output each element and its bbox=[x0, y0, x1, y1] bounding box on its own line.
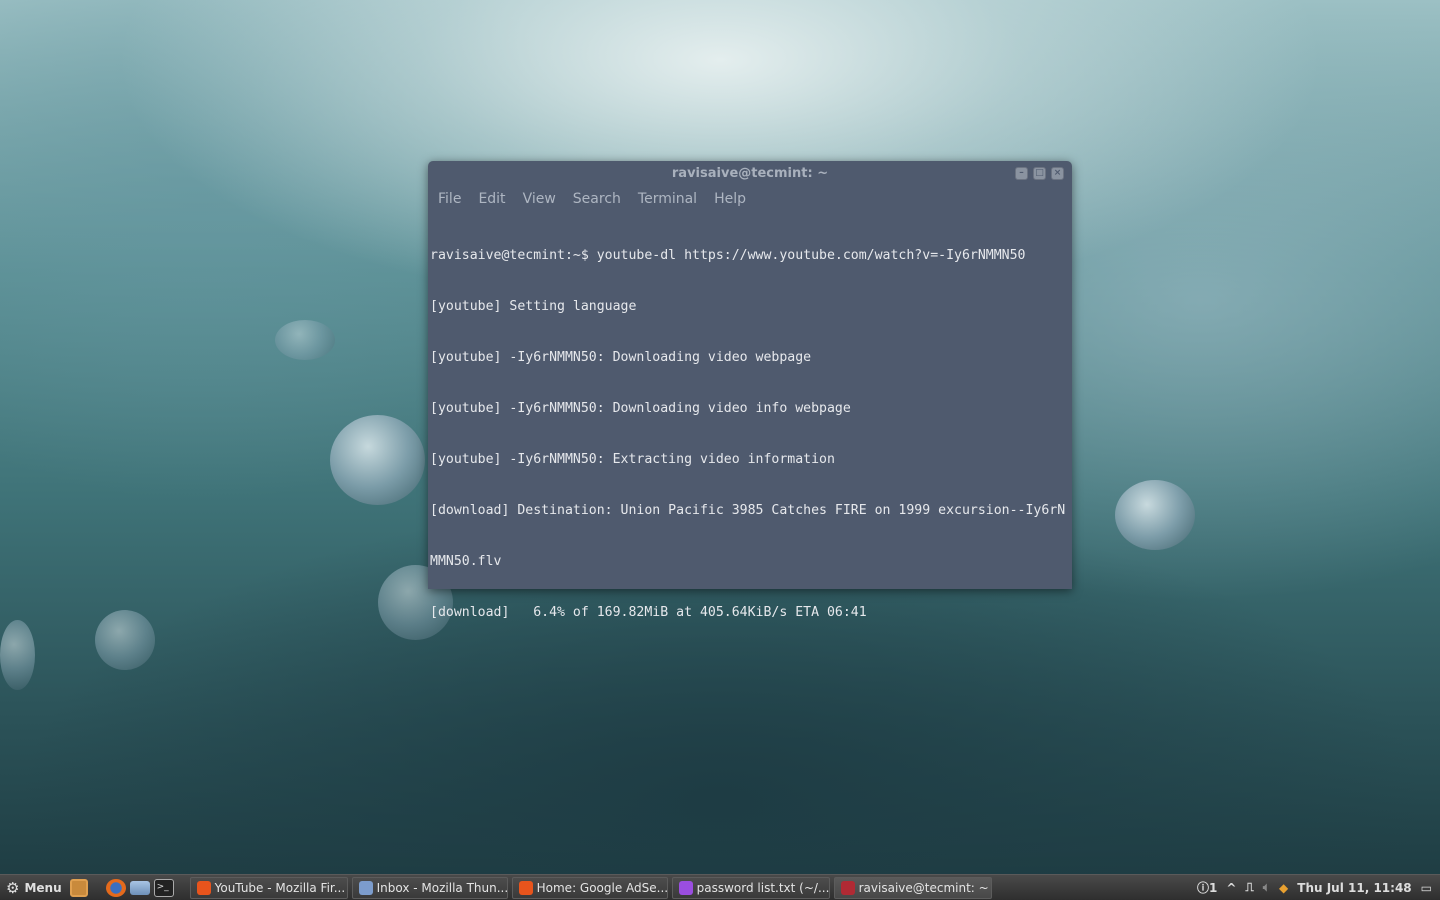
workspace-icon[interactable]: ▭ bbox=[1421, 881, 1432, 895]
water-drop bbox=[330, 415, 425, 505]
text-editor-icon bbox=[678, 880, 693, 895]
terminal-output[interactable]: ravisaive@tecmint:~$ youtube-dl https://… bbox=[428, 212, 1072, 656]
network-icon[interactable]: ⎍ bbox=[1245, 880, 1253, 895]
menu-label: Menu bbox=[24, 880, 62, 895]
menu-file[interactable]: File bbox=[438, 186, 461, 212]
task-youtube-firefox[interactable]: YouTube - Mozilla Fir... bbox=[189, 876, 348, 899]
menu-terminal[interactable]: Terminal bbox=[638, 186, 697, 212]
water-drop bbox=[95, 610, 155, 670]
task-label: ravisaive@tecmint: ~ bbox=[858, 880, 989, 895]
terminal-line: [download] 6.4% of 169.82MiB at 405.64Ki… bbox=[430, 605, 867, 620]
gear-icon: ⚙ bbox=[6, 878, 20, 897]
terminal-titlebar[interactable]: ravisaive@tecmint: ~ – □ × bbox=[428, 161, 1072, 186]
water-drop bbox=[0, 620, 35, 690]
terminal-line: [youtube] Setting language bbox=[430, 299, 637, 314]
terminal-line: [youtube] -Iy6rNMMN50: Downloading video… bbox=[430, 401, 851, 416]
firefox-icon bbox=[196, 880, 211, 895]
water-drop bbox=[275, 320, 335, 360]
firefox-icon bbox=[518, 880, 533, 895]
chevron-up-icon[interactable]: ^ bbox=[1226, 881, 1236, 895]
taskbar: ⚙ Menu >_ YouTube - Mozilla Fir... Inbox… bbox=[0, 874, 1440, 900]
system-tray: ⓘ1 ^ ⎍ 🔈︎ ◆ Thu Jul 11, 11:48 ▭ bbox=[1197, 879, 1440, 896]
notification-count: 1 bbox=[1209, 881, 1218, 895]
terminal-line: [youtube] -Iy6rNMMN50: Extracting video … bbox=[430, 452, 835, 467]
menu-search[interactable]: Search bbox=[573, 186, 621, 212]
terminal-line: MMN50.flv bbox=[430, 554, 502, 569]
menu-view[interactable]: View bbox=[523, 186, 556, 212]
terminal-line: ravisaive@tecmint:~$ youtube-dl https://… bbox=[430, 248, 1026, 263]
firefox-icon[interactable] bbox=[105, 878, 126, 897]
files-icon[interactable] bbox=[129, 880, 150, 895]
task-inbox-thunderbird[interactable]: Inbox - Mozilla Thun... bbox=[351, 876, 508, 899]
terminal-window[interactable]: ravisaive@tecmint: ~ – □ × File Edit Vie… bbox=[428, 161, 1072, 620]
notification-indicator[interactable]: ⓘ1 bbox=[1197, 879, 1217, 896]
update-manager-icon[interactable]: ◆ bbox=[1279, 881, 1288, 895]
minimize-button[interactable]: – bbox=[1015, 167, 1028, 180]
terminal-icon[interactable]: >_ bbox=[153, 878, 174, 897]
close-button[interactable]: × bbox=[1051, 167, 1064, 180]
task-label: YouTube - Mozilla Fir... bbox=[214, 880, 346, 895]
task-label: Home: Google AdSe... bbox=[536, 880, 668, 895]
volume-icon[interactable]: 🔈︎ bbox=[1263, 880, 1270, 895]
task-password-list[interactable]: password list.txt (~/... bbox=[671, 876, 830, 899]
maximize-button[interactable]: □ bbox=[1033, 167, 1046, 180]
task-label: password list.txt (~/... bbox=[696, 880, 830, 895]
menu-edit[interactable]: Edit bbox=[478, 186, 505, 212]
menu-button[interactable]: ⚙ Menu bbox=[0, 879, 68, 897]
terminal-icon bbox=[840, 880, 855, 895]
task-label: Inbox - Mozilla Thun... bbox=[376, 880, 508, 895]
water-drop bbox=[1115, 480, 1195, 550]
terminal-line: [download] Destination: Union Pacific 39… bbox=[430, 503, 1066, 518]
clock[interactable]: Thu Jul 11, 11:48 bbox=[1297, 881, 1411, 895]
task-terminal[interactable]: ravisaive@tecmint: ~ bbox=[833, 876, 992, 899]
menu-help[interactable]: Help bbox=[714, 186, 746, 212]
mail-icon bbox=[358, 880, 373, 895]
menu-bar: File Edit View Search Terminal Help bbox=[428, 186, 1072, 212]
window-title: ravisaive@tecmint: ~ bbox=[671, 166, 829, 181]
terminal-line: [youtube] -Iy6rNMMN50: Downloading video… bbox=[430, 350, 812, 365]
show-desktop-icon[interactable] bbox=[69, 878, 88, 897]
task-adsense-firefox[interactable]: Home: Google AdSe... bbox=[511, 876, 668, 899]
